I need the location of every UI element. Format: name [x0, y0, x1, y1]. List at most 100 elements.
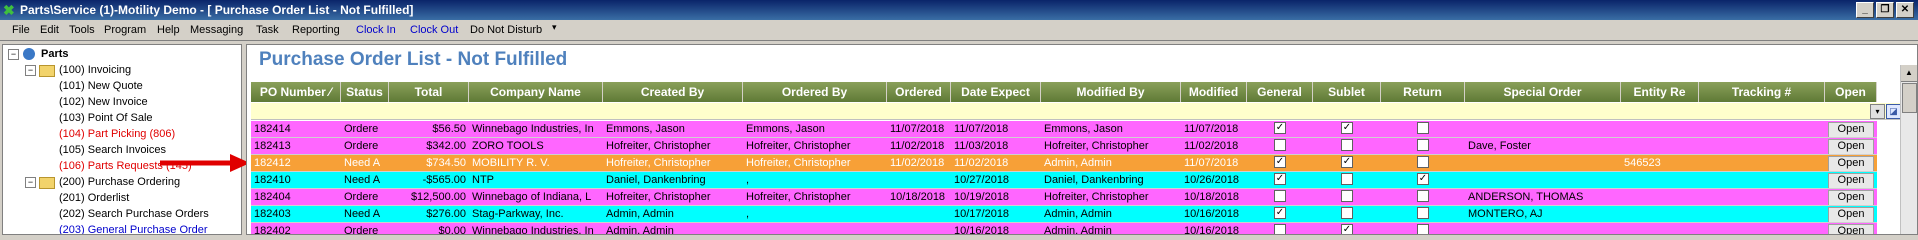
return-checkbox[interactable] [1417, 139, 1429, 152]
scroll-thumb[interactable] [1902, 83, 1917, 113]
tree-item-general-purchase-order[interactable]: (203) General Purchase Order [59, 223, 208, 234]
menu-program[interactable]: Program [104, 24, 146, 36]
created-by-cell: Hofreiter, Christopher [606, 140, 711, 152]
chevron-down-icon[interactable]: ▾ [552, 22, 557, 33]
tree-item-part-picking[interactable]: (104) Part Picking (806) [59, 127, 175, 141]
table-row[interactable]: 182413 Ordere $342.00 ZORO TOOLS Hofreiter, … [251, 138, 1877, 155]
scroll-up-icon[interactable]: ▲ [1901, 65, 1917, 82]
po-number-cell: 182402 [254, 225, 291, 235]
general-checkbox[interactable] [1274, 224, 1286, 234]
page-title: Purchase Order List - Not Fulfilled [259, 49, 568, 70]
menu-do-not-disturb[interactable]: Do Not Disturb [470, 24, 542, 36]
menu-tools[interactable]: Tools [69, 24, 95, 36]
tree-item-new-invoice[interactable]: (102) New Invoice [59, 95, 148, 109]
sublet-checkbox[interactable] [1341, 190, 1353, 203]
company-name-cell: MOBILITY R. V. [472, 157, 550, 169]
open-button[interactable]: Open [1828, 139, 1874, 154]
sublet-checkbox[interactable]: ✓ [1341, 224, 1353, 234]
tree-item-invoicing[interactable]: (100) Invoicing [59, 63, 131, 77]
table-row[interactable]: 182402 Ordere $0.00 Winnebago Industries, I… [251, 223, 1877, 235]
sublet-checkbox[interactable]: ✓ [1341, 122, 1353, 135]
open-button[interactable]: Open [1828, 122, 1874, 137]
menu-help[interactable]: Help [157, 24, 180, 36]
open-button[interactable]: Open [1828, 173, 1874, 188]
general-checkbox-cell: ✓ [1247, 155, 1313, 171]
special-order-cell [1465, 121, 1621, 137]
menu-clock-in[interactable]: Clock In [356, 24, 396, 36]
table-row[interactable]: 182414 Ordere $56.50 Winnebago Industries, … [251, 121, 1877, 138]
column-header-sublet[interactable]: Sublet [1313, 82, 1381, 102]
sublet-checkbox[interactable] [1341, 139, 1353, 152]
sublet-checkbox[interactable]: ✓ [1341, 156, 1353, 169]
column-header-company-name[interactable]: Company Name [469, 82, 603, 102]
general-checkbox[interactable]: ✓ [1274, 207, 1286, 220]
menu-edit[interactable]: Edit [40, 24, 59, 36]
column-header-created-by[interactable]: Created By [603, 82, 743, 102]
column-header-po-number[interactable]: PO Number ⁄ [251, 82, 341, 102]
general-checkbox[interactable]: ✓ [1274, 122, 1286, 135]
vertical-scrollbar[interactable]: ▲ [1900, 65, 1917, 234]
po-number-cell: 182413 [254, 140, 291, 152]
special-order-cell: ANDERSON, THOMAS [1468, 191, 1584, 203]
close-button[interactable]: ✕ [1896, 2, 1914, 18]
open-button[interactable]: Open [1828, 156, 1874, 171]
general-checkbox[interactable] [1274, 139, 1286, 152]
table-row[interactable]: 182412 Need A $734.50 MOBILITY R. V. Hofreit… [251, 155, 1877, 172]
return-checkbox[interactable] [1417, 190, 1429, 203]
tree-item-point-of-sale[interactable]: (103) Point Of Sale [59, 111, 153, 125]
column-header-special-order[interactable]: Special Order [1465, 82, 1621, 102]
modified-date-cell: 11/02/2018 [1184, 140, 1239, 152]
tree-item-new-quote[interactable]: (101) New Quote [59, 79, 143, 93]
sublet-checkbox[interactable] [1341, 173, 1353, 186]
column-header-open[interactable]: Open [1825, 82, 1877, 102]
column-header-entity-re[interactable]: Entity Re [1621, 82, 1699, 102]
menu-file[interactable]: File [12, 24, 30, 36]
modified-by-cell: Admin, Admin [1044, 157, 1112, 169]
column-header-date-expect[interactable]: Date Expect [951, 82, 1041, 102]
tree-item-orderlist[interactable]: (201) Orderlist [59, 191, 129, 205]
open-button[interactable]: Open [1828, 207, 1874, 222]
column-header-return[interactable]: Return [1381, 82, 1465, 102]
collapse-icon[interactable]: − [25, 65, 36, 76]
menu-messaging[interactable]: Messaging [190, 24, 243, 36]
column-header-modified[interactable]: Modified [1181, 82, 1247, 102]
tree-item-search-purchase-orders[interactable]: (202) Search Purchase Orders [59, 207, 209, 221]
column-header-total[interactable]: Total [389, 82, 469, 102]
return-checkbox[interactable] [1417, 122, 1429, 135]
return-checkbox[interactable] [1417, 156, 1429, 169]
return-checkbox[interactable] [1417, 224, 1429, 234]
table-row[interactable]: 182404 Ordere $12,500.00 Winnebago of India… [251, 189, 1877, 206]
menu-task[interactable]: Task [256, 24, 279, 36]
table-row[interactable]: 182410 Need A -$565.00 NTP Daniel, Dankenbri… [251, 172, 1877, 189]
tree-item-purchase-ordering[interactable]: (200) Purchase Ordering [59, 175, 180, 189]
created-by-cell: Emmons, Jason [606, 123, 685, 135]
open-button[interactable]: Open [1828, 224, 1874, 234]
general-checkbox[interactable]: ✓ [1274, 156, 1286, 169]
chevron-down-icon[interactable]: ▾ [1870, 104, 1885, 119]
filter-row[interactable]: ▾ ◪ [251, 103, 1903, 120]
menu-clock-out[interactable]: Clock Out [410, 24, 458, 36]
sublet-checkbox-cell [1313, 138, 1381, 154]
column-header-ordered[interactable]: Ordered [887, 82, 951, 102]
tree-item-search-invoices[interactable]: (105) Search Invoices [59, 143, 166, 157]
column-header-modified-by[interactable]: Modified By [1041, 82, 1181, 102]
column-header-tracking[interactable]: Tracking # [1699, 82, 1825, 102]
open-button[interactable]: Open [1828, 190, 1874, 205]
general-checkbox[interactable]: ✓ [1274, 173, 1286, 186]
column-header-general[interactable]: General [1247, 82, 1313, 102]
column-header-status[interactable]: Status [341, 82, 389, 102]
restore-button[interactable]: ❐ [1876, 2, 1894, 18]
po-number-cell: 182403 [254, 208, 291, 220]
return-checkbox[interactable] [1417, 207, 1429, 220]
tree-root-parts[interactable]: Parts [41, 47, 69, 61]
sublet-checkbox[interactable] [1341, 207, 1353, 220]
collapse-icon[interactable]: − [25, 177, 36, 188]
filter-edit-icon[interactable]: ◪ [1886, 104, 1901, 119]
minimize-button[interactable]: _ [1856, 2, 1874, 18]
general-checkbox[interactable] [1274, 190, 1286, 203]
column-header-ordered-by[interactable]: Ordered By [743, 82, 887, 102]
collapse-icon[interactable]: − [8, 49, 19, 60]
table-row[interactable]: 182403 Need A $276.00 Stag-Parkway, Inc. Adm… [251, 206, 1877, 223]
menu-reporting[interactable]: Reporting [292, 24, 340, 36]
return-checkbox[interactable]: ✓ [1417, 173, 1429, 186]
